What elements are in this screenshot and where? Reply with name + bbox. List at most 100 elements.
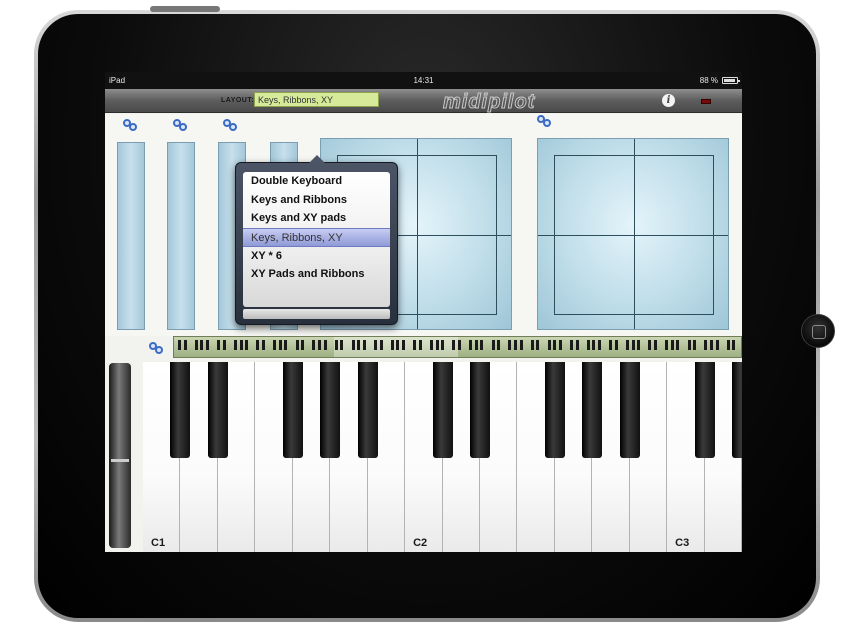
mini-black-key [351, 340, 355, 350]
mini-black-key [323, 340, 327, 350]
black-key[interactable] [432, 362, 453, 458]
mini-black-key [217, 340, 221, 350]
black-key[interactable] [732, 362, 742, 458]
mini-black-key [452, 340, 456, 350]
black-key[interactable] [544, 362, 565, 458]
mini-black-key [256, 340, 260, 350]
black-key[interactable] [469, 362, 490, 458]
layout-menu-item[interactable]: Keys, Ribbons, XY [243, 228, 390, 247]
mini-black-key [312, 340, 316, 350]
ribbon-controller[interactable] [117, 142, 145, 330]
black-key[interactable] [694, 362, 715, 458]
mini-black-key [301, 340, 305, 350]
layout-menu: Double Keyboard Keys and Ribbons Keys and … [235, 155, 398, 325]
keyboard-range-overview[interactable] [173, 336, 742, 358]
home-button[interactable] [801, 314, 835, 348]
layout-menu-list: Double Keyboard Keys and Ribbons Keys and … [243, 172, 390, 307]
pitch-bend-wheel[interactable] [109, 363, 131, 548]
mini-black-key [626, 340, 629, 350]
mini-black-key [514, 340, 517, 350]
app-screen: iPad 14:31 88 % LAYOUT: Keys, Ribbons, X… [105, 72, 742, 552]
mini-black-key [194, 340, 198, 350]
mini-black-key [418, 340, 422, 350]
mini-black-key [430, 340, 433, 350]
mini-black-key [726, 340, 730, 350]
mini-black-key [687, 340, 691, 350]
link-settings-icon[interactable] [123, 119, 139, 131]
ribbon-controller[interactable] [167, 142, 195, 330]
black-key[interactable] [582, 362, 603, 458]
black-key[interactable] [282, 362, 303, 458]
mini-black-key [178, 340, 181, 350]
mini-black-key [598, 340, 601, 350]
mini-black-key [693, 340, 697, 350]
mini-black-key [379, 340, 383, 350]
mini-black-key [592, 340, 596, 350]
mini-black-key [710, 340, 713, 350]
link-settings-icon[interactable] [173, 119, 189, 131]
xy-pad[interactable] [537, 138, 729, 330]
mini-black-key [284, 340, 288, 350]
black-key[interactable] [170, 362, 191, 458]
black-key[interactable] [619, 362, 640, 458]
octave-label: C1 [151, 537, 166, 549]
mini-black-key [575, 340, 579, 350]
black-key[interactable] [207, 362, 228, 458]
mini-black-key [183, 340, 187, 350]
mini-black-key [676, 340, 680, 350]
octave-label: C2 [413, 537, 428, 549]
link-settings-icon[interactable] [537, 115, 553, 127]
mini-black-key [553, 340, 557, 350]
app-logo: midipilot [442, 91, 536, 114]
mini-black-key [458, 340, 461, 350]
black-key[interactable] [357, 362, 378, 458]
status-bar: iPad 14:31 88 % [105, 72, 742, 89]
mini-black-key [519, 340, 523, 350]
mini-black-key [586, 340, 590, 350]
mini-black-key [295, 340, 299, 350]
mini-black-key [239, 340, 243, 350]
clock: 14:31 [413, 76, 434, 85]
mini-black-key [374, 340, 377, 350]
mini-black-key [614, 340, 618, 350]
layout-menu-item[interactable]: Keys and XY pads [243, 209, 390, 228]
mini-black-key [396, 340, 400, 350]
mini-black-key [609, 340, 613, 350]
mini-black-key [334, 340, 338, 350]
link-settings-icon[interactable] [149, 342, 165, 354]
mini-black-key [654, 340, 657, 350]
mini-black-key [637, 340, 641, 350]
xy-pad-grid [538, 235, 728, 236]
mini-black-key [704, 340, 708, 350]
record-indicator[interactable] [701, 99, 711, 104]
layout-menu-item[interactable]: Keys and Ribbons [243, 191, 390, 210]
layout-menu-item[interactable]: XY Pads and Ribbons [243, 265, 390, 284]
mini-black-key [222, 340, 226, 350]
mini-black-key [262, 340, 265, 350]
layout-selector[interactable]: Keys, Ribbons, XY [254, 92, 379, 107]
layout-menu-footer [243, 309, 390, 319]
mini-black-key [508, 340, 512, 350]
mini-black-key [234, 340, 237, 350]
layout-menu-item[interactable]: Double Keyboard [243, 172, 390, 191]
mini-black-key [362, 340, 366, 350]
mini-black-key [631, 340, 635, 350]
info-icon[interactable]: i [662, 94, 675, 107]
sleep-button[interactable] [150, 6, 220, 12]
mini-black-key [665, 340, 669, 350]
mini-black-key [390, 340, 394, 350]
mini-black-key [357, 340, 361, 350]
octave-label: C3 [675, 537, 690, 549]
xy-pad-grid [417, 139, 418, 329]
link-settings-icon[interactable] [223, 119, 239, 131]
mini-black-key [570, 340, 573, 350]
black-key[interactable] [320, 362, 341, 458]
layout-menu-item[interactable]: XY * 6 [243, 247, 390, 266]
mini-black-key [245, 340, 249, 350]
mini-black-key [278, 340, 282, 350]
mini-black-key [413, 340, 417, 350]
piano-keyboard: C1 C2 C3 [143, 362, 742, 552]
mini-black-key [670, 340, 674, 350]
mini-black-key [273, 340, 277, 350]
mini-black-key [732, 340, 736, 350]
